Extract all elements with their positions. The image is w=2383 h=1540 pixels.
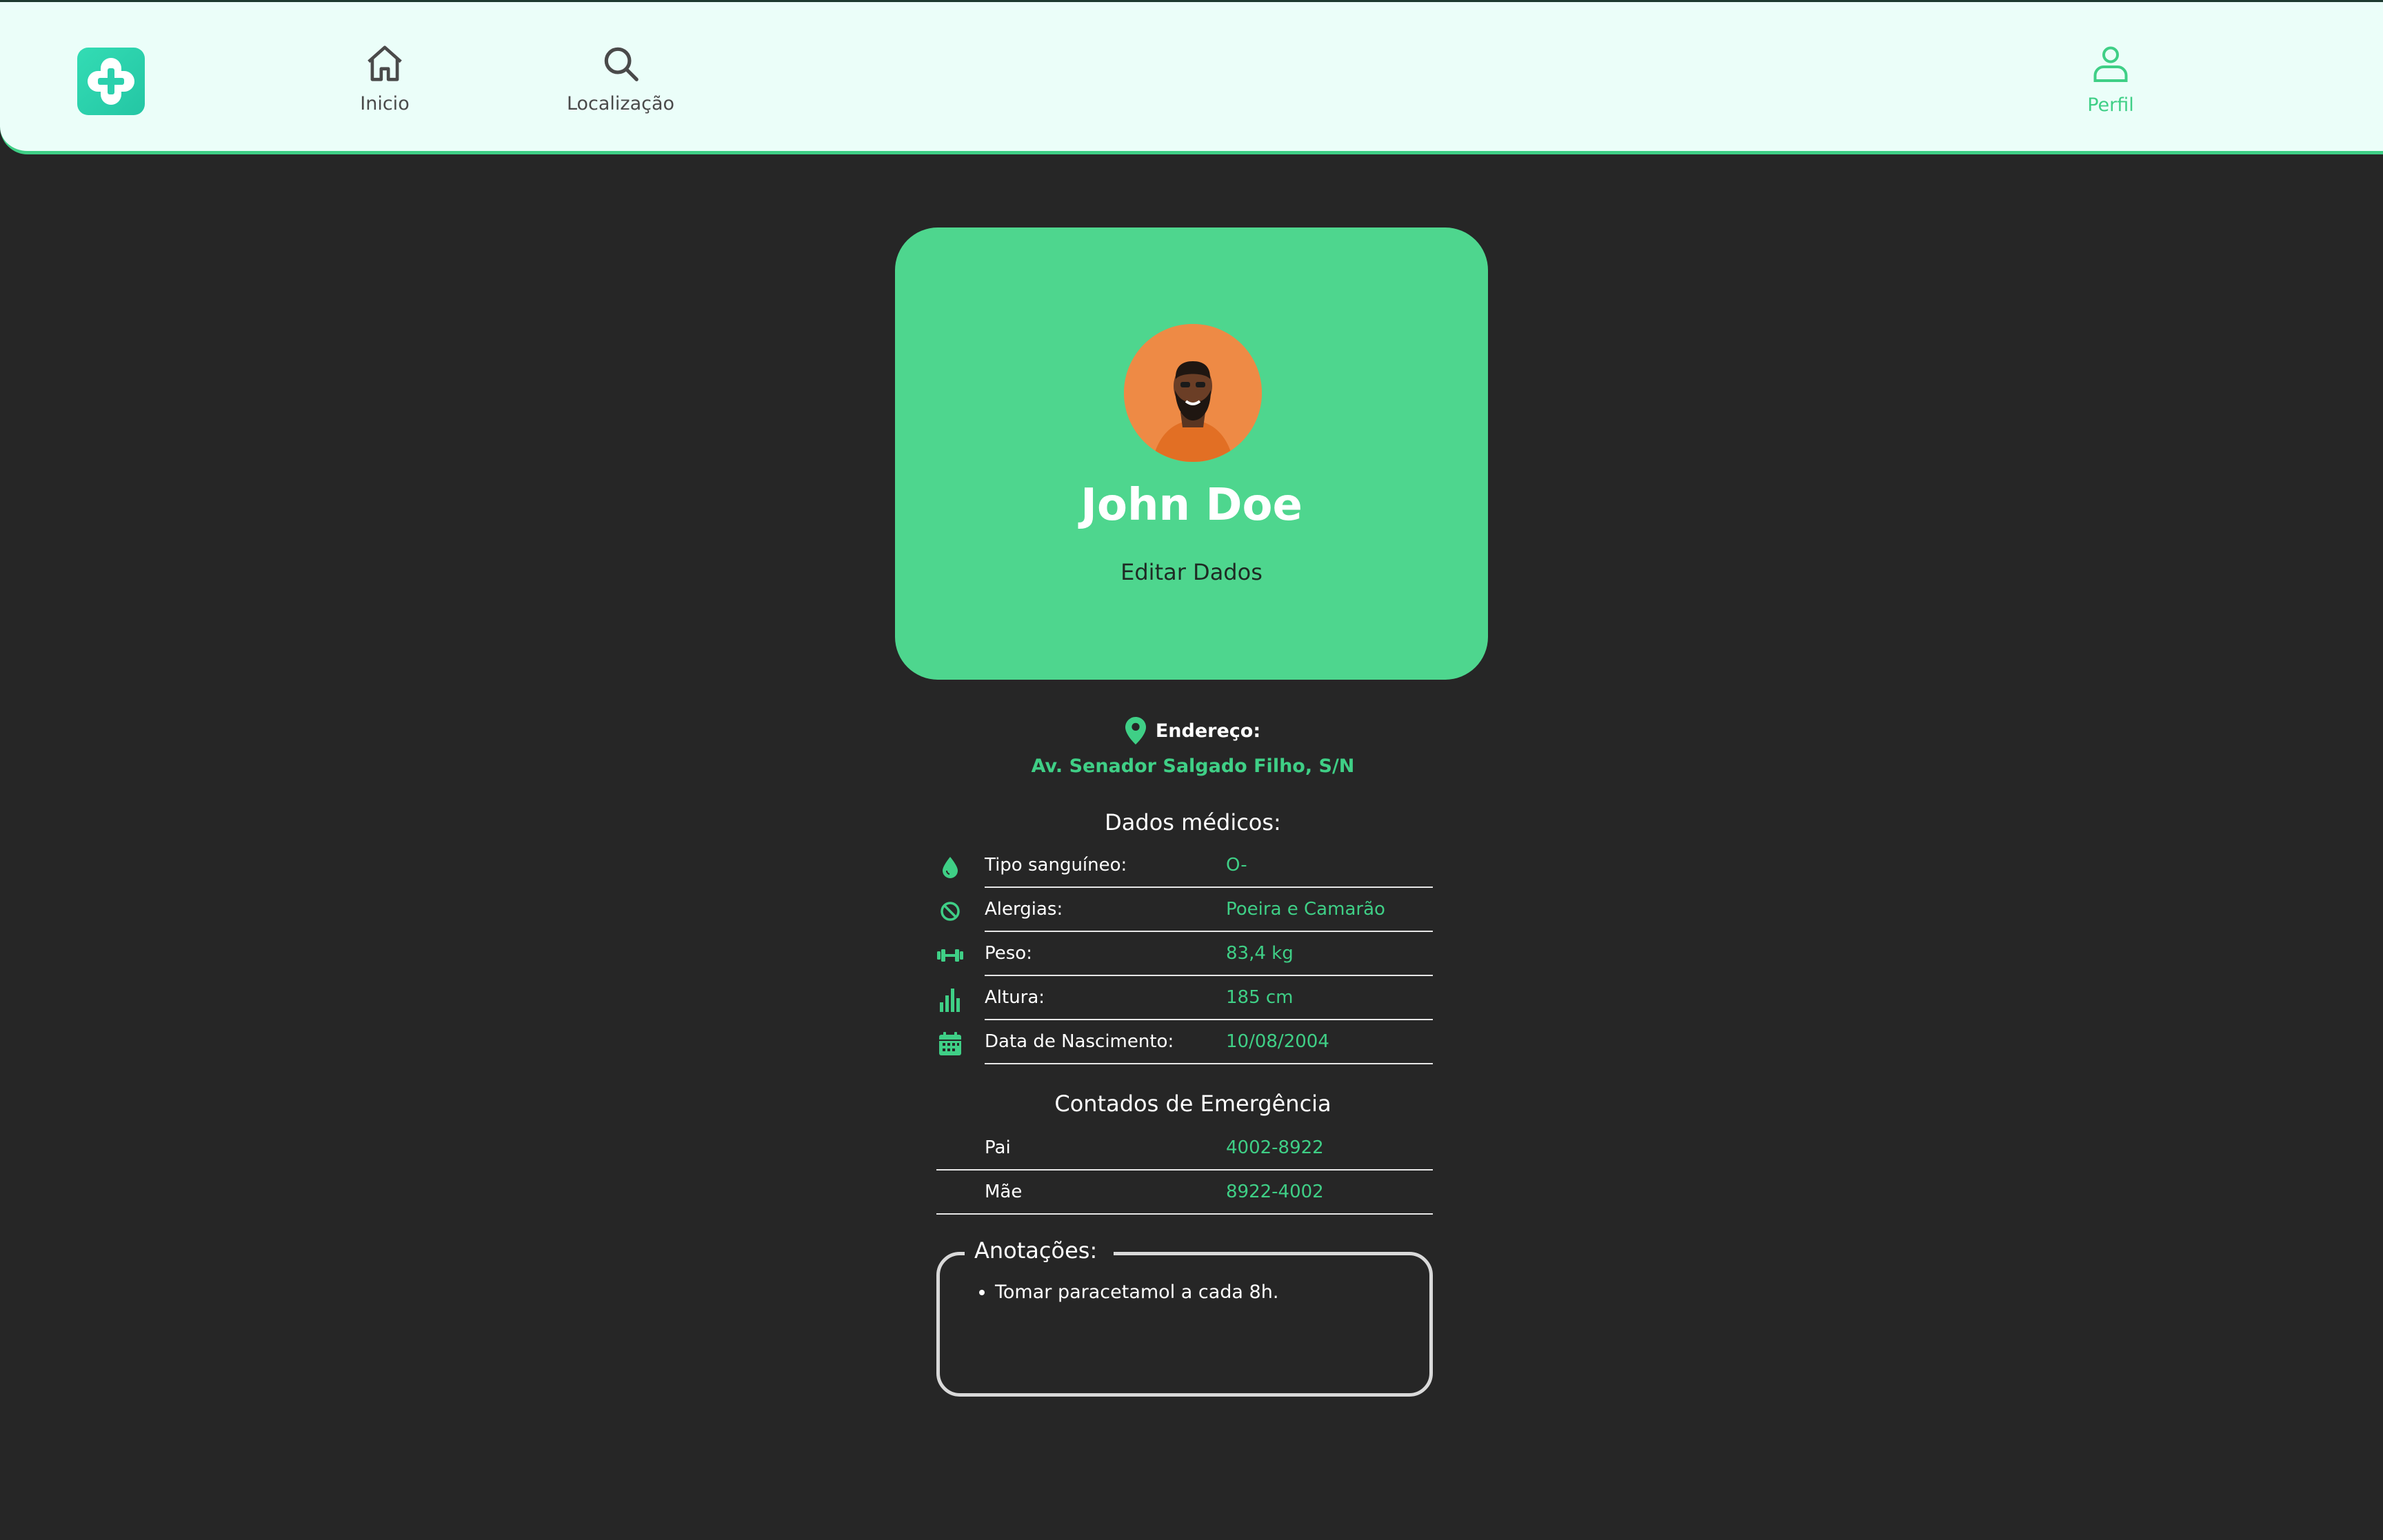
row-divider bbox=[936, 1213, 1433, 1215]
ban-icon bbox=[941, 902, 960, 921]
height-value: 185 cm bbox=[1226, 987, 1294, 1008]
dumbbell-icon bbox=[937, 949, 963, 962]
edit-data-button[interactable]: Editar Dados bbox=[1102, 553, 1281, 591]
notes-box[interactable]: Anotações: Tomar paracetamol a cada 8h. bbox=[936, 1237, 1433, 1397]
birth-date-label: Data de Nascimento: bbox=[985, 1031, 1174, 1052]
app-logo[interactable] bbox=[77, 48, 145, 115]
user-icon bbox=[2093, 46, 2128, 82]
nav-home-label: Inicio bbox=[360, 93, 410, 114]
contact-name: Mãe bbox=[985, 1182, 1023, 1202]
search-icon bbox=[604, 47, 639, 81]
profile-card: John Doe Editar Dados bbox=[895, 227, 1488, 680]
medical-row-weight: Peso: 83,4 kg bbox=[936, 932, 1433, 976]
emergency-contact-row: Pai 4002-8922 bbox=[936, 1126, 1433, 1171]
contact-phone[interactable]: 8922-4002 bbox=[1226, 1182, 1324, 1202]
address-value: Av. Senador Salgado Filho, S/N bbox=[1031, 756, 1355, 777]
emergency-contact-row: Mãe 8922-4002 bbox=[936, 1171, 1433, 1215]
avatar bbox=[1124, 324, 1262, 462]
medical-data-title: Dados médicos: bbox=[1105, 809, 1281, 835]
address-header: Endereço: bbox=[896, 717, 1489, 744]
weight-value: 83,4 kg bbox=[1226, 943, 1294, 964]
nav-profile[interactable]: Perfil bbox=[2081, 42, 2140, 116]
nav-location-label: Localização bbox=[566, 93, 675, 114]
home-icon bbox=[368, 45, 402, 81]
bar-chart-icon bbox=[940, 989, 960, 1012]
allergies-label: Alergias: bbox=[985, 899, 1063, 920]
birth-date-value: 10/08/2004 bbox=[1226, 1031, 1329, 1052]
medical-row-allergies: Alergias: Poeira e Camarão bbox=[936, 888, 1433, 932]
nav-home[interactable]: Inicio bbox=[354, 42, 415, 114]
blood-type-value: O- bbox=[1226, 855, 1247, 875]
map-pin-icon bbox=[1125, 717, 1146, 744]
height-label: Altura: bbox=[985, 987, 1045, 1008]
profile-name: John Doe bbox=[1080, 480, 1303, 531]
calendar-icon bbox=[939, 1032, 961, 1055]
address-label: Endereço: bbox=[1155, 720, 1261, 742]
medical-cross-logo-icon bbox=[88, 58, 134, 105]
contact-name: Pai bbox=[985, 1137, 1011, 1158]
nav-location[interactable]: Localização bbox=[564, 42, 677, 114]
medical-row-blood-type: Tipo sanguíneo: O- bbox=[936, 844, 1433, 888]
avatar-illustration bbox=[1124, 324, 1262, 462]
notes-title: Anotações: bbox=[965, 1237, 1114, 1264]
allergies-value: Poeira e Camarão bbox=[1226, 899, 1385, 920]
notes-list: Tomar paracetamol a cada 8h. bbox=[981, 1281, 1278, 1303]
blood-type-label: Tipo sanguíneo: bbox=[985, 855, 1127, 875]
note-item: Tomar paracetamol a cada 8h. bbox=[995, 1281, 1278, 1303]
contact-phone[interactable]: 4002-8922 bbox=[1226, 1137, 1324, 1158]
top-navigation-bar: Inicio Localização Perfil bbox=[0, 0, 2383, 154]
medical-row-birth-date: Data de Nascimento: 10/08/2004 bbox=[936, 1020, 1433, 1064]
emergency-contacts-title: Contados de Emergência bbox=[1054, 1091, 1331, 1117]
row-divider bbox=[985, 1063, 1433, 1064]
weight-label: Peso: bbox=[985, 943, 1032, 964]
medical-row-height: Altura: 185 cm bbox=[936, 976, 1433, 1020]
blood-drop-icon bbox=[943, 857, 958, 878]
nav-profile-label: Perfil bbox=[2087, 94, 2134, 116]
